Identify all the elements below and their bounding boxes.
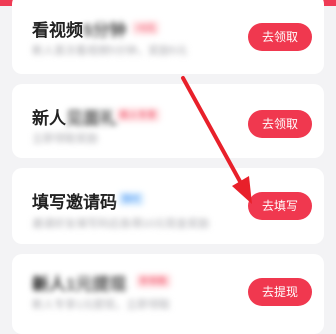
task-title: 看视频5分钟 xyxy=(32,16,126,41)
task-title: 填写邀请码 xyxy=(32,193,117,212)
withdraw-button[interactable]: 去提现 xyxy=(248,278,312,306)
reward-badge: 秒到账 xyxy=(136,274,172,288)
task-title-blurred: 1元提现 xyxy=(66,275,127,294)
reward-badge: +5元 xyxy=(132,21,160,35)
claim-button[interactable]: 去领取 xyxy=(248,23,312,51)
limited-badge: 限时 xyxy=(118,192,145,206)
task-subtitle: 邀请好友填写码后各得10元现金奖励 xyxy=(32,218,210,230)
task-title-text: 新人 xyxy=(32,109,66,128)
fill-in-button[interactable]: 去填写 xyxy=(248,192,312,220)
reward-badge: 新人专享 xyxy=(116,108,161,122)
task-title-text: 新人 xyxy=(32,275,66,294)
task-title-text: 看视频 xyxy=(32,21,83,40)
task-card-new-user-gift: 新人见面礼 新人专享 立即领取奖励 去领取 xyxy=(12,84,324,158)
task-subtitle: 立即领取奖励 xyxy=(32,133,98,145)
task-title-blurred: 5分钟 xyxy=(83,21,127,40)
task-card-withdraw: 新人1元提现 秒到账 新人专享1元提现，立即领取 去提现 xyxy=(12,254,324,334)
task-card-invite-code: 填写邀请码 限时 邀请好友填写码后各得10元现金奖励 去填写 xyxy=(12,168,324,244)
task-title: 新人见面礼 xyxy=(32,104,117,129)
task-card-watch-video: 看视频5分钟 +5元 新人首次看视频5分钟，奖励5元 去领取 xyxy=(12,0,324,74)
claim-button[interactable]: 去领取 xyxy=(248,110,312,138)
task-subtitle: 新人专享1元提现，立即领取 xyxy=(32,299,171,311)
task-subtitle: 新人首次看视频5分钟，奖励5元 xyxy=(32,45,188,57)
task-title-blurred: 见面礼 xyxy=(66,109,117,128)
task-title: 新人1元提现 xyxy=(32,270,126,295)
